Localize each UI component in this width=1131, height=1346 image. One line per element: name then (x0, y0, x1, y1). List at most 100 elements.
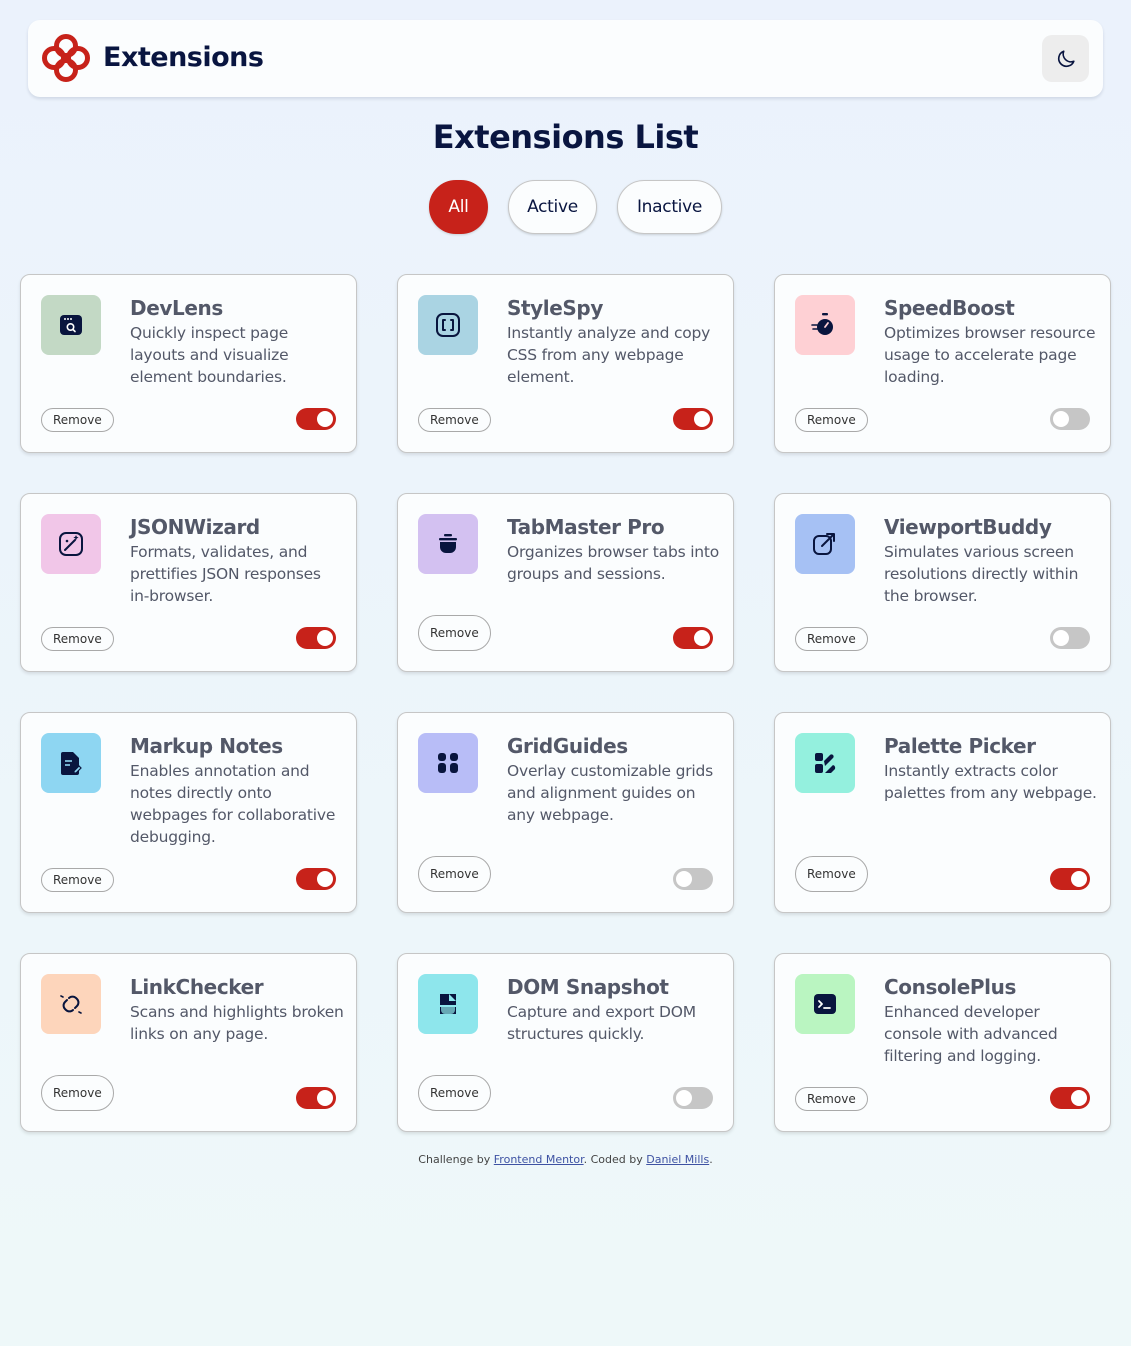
active-toggle[interactable] (673, 868, 713, 890)
frontend-mentor-link[interactable]: Frontend Mentor (494, 1153, 584, 1166)
palette-icon (815, 753, 836, 773)
extension-description: Simulates various screen resolutions dir… (884, 543, 1079, 605)
footer-middle: . Coded by (583, 1153, 647, 1166)
extension-description: Formats, validates, and prettifies JSON … (130, 543, 321, 605)
extension-card: ConsolePlus Enhanced developer console wi… (774, 953, 1111, 1132)
toggle-knob (694, 630, 710, 646)
active-toggle[interactable] (673, 408, 713, 430)
extension-card: Palette Picker Instantly extracts color p… (774, 712, 1111, 913)
extension-logo (795, 733, 855, 793)
remove-button[interactable]: Remove (418, 615, 491, 651)
remove-button[interactable]: Remove (41, 868, 114, 892)
brand-name: Extensions (103, 42, 264, 73)
active-toggle[interactable] (296, 408, 336, 430)
toggle-knob (1071, 871, 1087, 887)
filter-all-button[interactable]: All (429, 180, 488, 234)
magic-wand-icon (59, 532, 83, 556)
extension-name: LinkChecker (130, 975, 264, 999)
toggle-knob (676, 871, 692, 887)
extension-card: ViewportBuddy Simulates various screen re… (774, 493, 1111, 672)
theme-toggle-button[interactable] (1042, 35, 1089, 82)
toggle-knob (317, 1090, 333, 1106)
remove-button[interactable]: Remove (41, 408, 114, 432)
active-toggle[interactable] (296, 1087, 336, 1109)
active-toggle[interactable] (296, 627, 336, 649)
toggle-knob (676, 1090, 692, 1106)
remove-button[interactable]: Remove (418, 1075, 491, 1111)
extension-name: DOM Snapshot (507, 975, 669, 999)
extension-logo (41, 974, 101, 1034)
page-title: Extensions List (432, 118, 699, 156)
extension-name: JSONWizard (130, 515, 260, 539)
extension-name: ConsolePlus (884, 975, 1016, 999)
filter-active-button[interactable]: Active (508, 180, 597, 234)
author-link[interactable]: Daniel Mills (646, 1153, 709, 1166)
pot-icon (439, 534, 457, 553)
toggle-knob (1071, 1090, 1087, 1106)
extension-card: StyleSpy Instantly analyze and copy CSS f… (397, 274, 734, 453)
extension-name: Palette Picker (884, 734, 1036, 758)
extension-logo (418, 733, 478, 793)
remove-button[interactable]: Remove (795, 856, 868, 892)
toggle-knob (1053, 630, 1069, 646)
toggle-knob (317, 411, 333, 427)
brackets-icon (436, 313, 460, 337)
active-toggle[interactable] (1050, 868, 1090, 890)
extension-description: Capture and export DOM structures quickl… (507, 1003, 696, 1043)
extension-logo (795, 295, 855, 355)
remove-button[interactable]: Remove (418, 408, 491, 432)
active-toggle[interactable] (673, 1087, 713, 1109)
extension-name: ViewportBuddy (884, 515, 1052, 539)
toggle-knob (1053, 411, 1069, 427)
footer: Challenge by Frontend Mentor. Coded by D… (0, 1153, 1131, 1166)
extension-card: SpeedBoost Optimizes browser resource usa… (774, 274, 1111, 453)
external-link-icon (813, 533, 835, 555)
browser-search-icon (60, 315, 82, 335)
extension-card: Markup Notes Enables annotation and notes… (20, 712, 357, 913)
extension-description: Scans and highlights broken links on any… (130, 1003, 344, 1043)
active-toggle[interactable] (1050, 1087, 1090, 1109)
snapshot-icon (440, 994, 456, 1014)
extension-logo (418, 514, 478, 574)
extension-description: Organizes browser tabs into groups and s… (507, 543, 720, 583)
extension-description: Optimizes browser resource usage to acce… (884, 324, 1096, 386)
extension-description: Instantly analyze and copy CSS from any … (507, 324, 711, 386)
extension-description: Overlay customizable grids and alignment… (507, 762, 714, 824)
filter-inactive-button[interactable]: Inactive (617, 180, 722, 234)
extension-card: JSONWizard Formats, validates, and pretti… (20, 493, 357, 672)
app-header: Extensions (28, 20, 1103, 97)
active-toggle[interactable] (1050, 408, 1090, 430)
extension-name: Markup Notes (130, 734, 283, 758)
note-edit-icon (61, 752, 82, 775)
grid-icon (438, 753, 458, 773)
extension-logo (418, 295, 478, 355)
extension-card: GridGuides Overlay customizable grids and… (397, 712, 734, 913)
active-toggle[interactable] (1050, 627, 1090, 649)
footer-suffix: . (709, 1153, 713, 1166)
extension-logo (41, 295, 101, 355)
extension-name: TabMaster Pro (507, 515, 665, 539)
stopwatch-icon (811, 313, 833, 335)
filter-group: All Active Inactive (0, 180, 1131, 234)
remove-button[interactable]: Remove (795, 408, 868, 432)
extension-logo (418, 974, 478, 1034)
remove-button[interactable]: Remove (41, 1075, 114, 1111)
active-toggle[interactable] (673, 627, 713, 649)
remove-button[interactable]: Remove (795, 627, 868, 651)
active-toggle[interactable] (296, 868, 336, 890)
extension-card: TabMaster Pro Organizes browser tabs into… (397, 493, 734, 672)
extension-name: GridGuides (507, 734, 628, 758)
remove-button[interactable]: Remove (795, 1087, 868, 1111)
extension-name: StyleSpy (507, 296, 603, 320)
extension-card: DOM Snapshot Capture and export DOM struc… (397, 953, 734, 1132)
extension-description: Quickly inspect page layouts and visuali… (130, 324, 289, 386)
extension-logo (41, 514, 101, 574)
extension-description: Enhanced developer console with advanced… (884, 1003, 1058, 1065)
remove-button[interactable]: Remove (418, 856, 491, 892)
toggle-knob (317, 630, 333, 646)
toggle-knob (317, 871, 333, 887)
extension-name: SpeedBoost (884, 296, 1015, 320)
toggle-knob (694, 411, 710, 427)
logo-icon[interactable] (42, 34, 90, 82)
remove-button[interactable]: Remove (41, 627, 114, 651)
